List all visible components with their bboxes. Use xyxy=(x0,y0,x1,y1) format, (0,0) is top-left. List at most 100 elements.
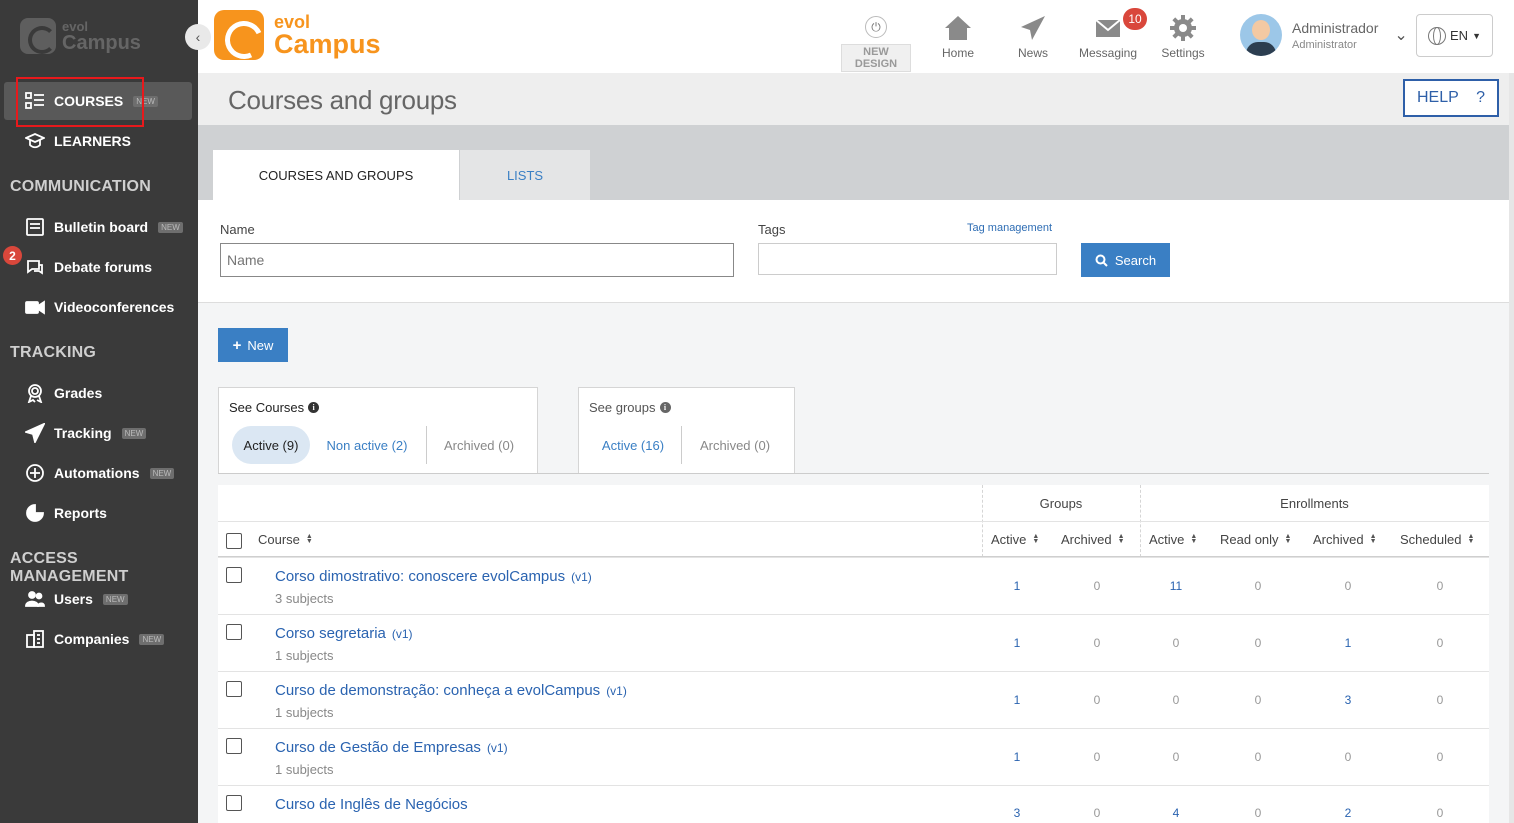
sidebar-item-companies[interactable]: Companies NEW xyxy=(4,620,192,658)
language-select[interactable]: EN ▼ xyxy=(1416,14,1493,57)
enroll-archived-cell[interactable]: 2 xyxy=(1328,806,1368,820)
home-icon xyxy=(923,12,993,44)
groups-active-cell[interactable]: 1 xyxy=(997,693,1037,707)
enroll-active-cell[interactable]: 11 xyxy=(1156,579,1196,593)
sidebar-item-tracking[interactable]: Tracking NEW xyxy=(4,414,192,452)
scheduled-cell: 0 xyxy=(1436,806,1444,820)
column-header-groups-archived[interactable]: Archived ▲ ▼ xyxy=(1061,521,1125,557)
award-icon xyxy=(24,382,46,404)
tab-lists[interactable]: LISTS xyxy=(460,150,590,200)
table-row: Corso segretaria (v1) 1 subjects 1 0 0 0 … xyxy=(218,614,1489,671)
video-icon xyxy=(24,296,46,318)
tabs-bar: COURSES AND GROUPS LISTS xyxy=(198,125,1514,200)
courses-non-active-filter[interactable]: Non active (2) xyxy=(319,426,415,464)
enroll-archived-cell[interactable]: 1 xyxy=(1328,636,1368,650)
power-icon: ⏻ xyxy=(865,16,887,38)
column-header-course[interactable]: Course ▲ ▼ xyxy=(258,521,313,557)
column-label: Scheduled xyxy=(1400,531,1462,547)
user-menu[interactable]: Administrador Administrator ⌄ xyxy=(1240,14,1408,56)
sidebar-item-label: Automations xyxy=(54,465,140,481)
sidebar-item-bulletin-board[interactable]: Bulletin board NEW xyxy=(4,208,192,246)
groups-active-cell[interactable]: 1 xyxy=(997,579,1037,593)
scrollbar[interactable] xyxy=(1509,73,1514,823)
column-header-groups-active[interactable]: Active ▲ ▼ xyxy=(991,521,1039,557)
course-link[interactable]: Curso de Inglês de Negócios xyxy=(275,796,474,813)
tags-input[interactable] xyxy=(758,243,1057,275)
nav-home-button[interactable]: Home xyxy=(923,12,993,60)
read-only-cell: 0 xyxy=(1254,579,1262,593)
chevron-left-icon[interactable]: ‹ xyxy=(185,24,211,50)
read-only-cell: 0 xyxy=(1254,750,1262,764)
courses-active-filter[interactable]: Active (9) xyxy=(232,426,310,464)
groups-active-cell[interactable]: 1 xyxy=(997,636,1037,650)
groups-active-filter[interactable]: Active (16) xyxy=(593,426,673,464)
paper-plane-icon xyxy=(24,422,46,444)
groups-active-cell[interactable]: 3 xyxy=(997,806,1037,820)
see-groups-label: See groups xyxy=(589,400,656,415)
course-link[interactable]: Corso segretaria (v1) xyxy=(275,625,413,642)
courses-archived-filter[interactable]: Archived (0) xyxy=(431,426,527,464)
enrollments-header: Enrollments xyxy=(1280,495,1349,511)
nav-news-button[interactable]: News xyxy=(998,12,1068,60)
course-title: Corso segretaria xyxy=(275,625,386,642)
info-icon[interactable]: i xyxy=(659,402,671,413)
search-panel: Name Tags Tag management Search xyxy=(198,200,1514,303)
sidebar-item-label: LEARNERS xyxy=(54,133,132,149)
column-header-enroll-active[interactable]: Active ▲ ▼ xyxy=(1149,521,1197,557)
course-link[interactable]: Curso de Gestão de Empresas (v1) xyxy=(275,739,508,756)
row-checkbox[interactable] xyxy=(226,681,242,697)
name-input[interactable] xyxy=(220,243,734,277)
tab-courses-and-groups[interactable]: COURSES AND GROUPS xyxy=(213,150,459,200)
course-version: (v1) xyxy=(486,741,508,755)
column-header-enroll-archived[interactable]: Archived ▲ ▼ xyxy=(1313,521,1377,557)
nav-settings-button[interactable]: Settings xyxy=(1148,12,1218,60)
new-badge: NEW xyxy=(121,427,147,439)
course-subjects: 3 subjects xyxy=(275,591,334,606)
help-button[interactable]: HELP ? xyxy=(1403,79,1499,117)
page-header: Courses and groups HELP ? xyxy=(198,73,1514,125)
nav-label: Home xyxy=(941,46,974,60)
read-only-cell: 0 xyxy=(1254,806,1262,820)
course-link[interactable]: Corso dimostrativo: conoscere evolCampus… xyxy=(275,568,592,585)
users-icon xyxy=(24,588,46,610)
sidebar-item-grades[interactable]: Grades xyxy=(4,374,192,412)
plus-circle-icon xyxy=(24,462,46,484)
scheduled-cell: 0 xyxy=(1436,750,1444,764)
enroll-archived-cell[interactable]: 3 xyxy=(1328,693,1368,707)
evolcampus-logo[interactable]: evol Campus xyxy=(214,10,381,60)
groups-archived-filter[interactable]: Archived (0) xyxy=(689,426,781,464)
section-title-communication: COMMUNICATION xyxy=(10,178,151,195)
new-design-button[interactable]: ⏻ NEW DESIGN xyxy=(841,14,911,72)
sidebar-item-users[interactable]: Users NEW xyxy=(4,580,192,618)
new-course-button[interactable]: + New xyxy=(218,328,288,362)
row-checkbox[interactable] xyxy=(226,567,242,583)
new-badge: NEW xyxy=(139,633,165,645)
row-checkbox[interactable] xyxy=(226,624,242,640)
sidebar-item-label: Debate forums xyxy=(54,259,153,275)
sidebar-item-label: Grades xyxy=(54,385,103,401)
info-icon[interactable]: i xyxy=(308,402,320,413)
sidebar-item-videoconferences[interactable]: Videoconferences xyxy=(4,288,192,326)
row-checkbox[interactable] xyxy=(226,795,242,811)
see-groups-title: See groups i xyxy=(589,400,671,415)
logo-text-1: evol xyxy=(274,11,311,32)
row-checkbox[interactable] xyxy=(226,738,242,754)
search-button[interactable]: Search xyxy=(1081,243,1170,277)
sidebar-item-label: Bulletin board xyxy=(54,219,149,235)
new-label: New xyxy=(247,337,274,353)
column-header-read-only[interactable]: Read only ▲ ▼ xyxy=(1220,521,1291,557)
enroll-active-cell[interactable]: 4 xyxy=(1156,806,1196,820)
select-all-checkbox[interactable] xyxy=(226,533,242,549)
search-icon xyxy=(1095,254,1108,267)
question-icon: ? xyxy=(1476,89,1485,106)
sidebar-item-debate-forums[interactable]: Debate forums xyxy=(4,248,192,286)
course-version: (v1) xyxy=(391,627,413,641)
sidebar-item-reports[interactable]: Reports xyxy=(4,494,192,532)
sidebar-item-learners[interactable]: LEARNERS xyxy=(4,122,192,160)
groups-active-cell[interactable]: 1 xyxy=(997,750,1037,764)
course-link[interactable]: Curso de demonstração: conheça a evolCam… xyxy=(275,682,627,699)
sort-icon: ▲ ▼ xyxy=(1467,533,1475,545)
sidebar-item-automations[interactable]: Automations NEW xyxy=(4,454,192,492)
tag-management-link[interactable]: Tag management xyxy=(967,222,1052,234)
column-header-scheduled[interactable]: Scheduled ▲ ▼ xyxy=(1400,521,1474,557)
